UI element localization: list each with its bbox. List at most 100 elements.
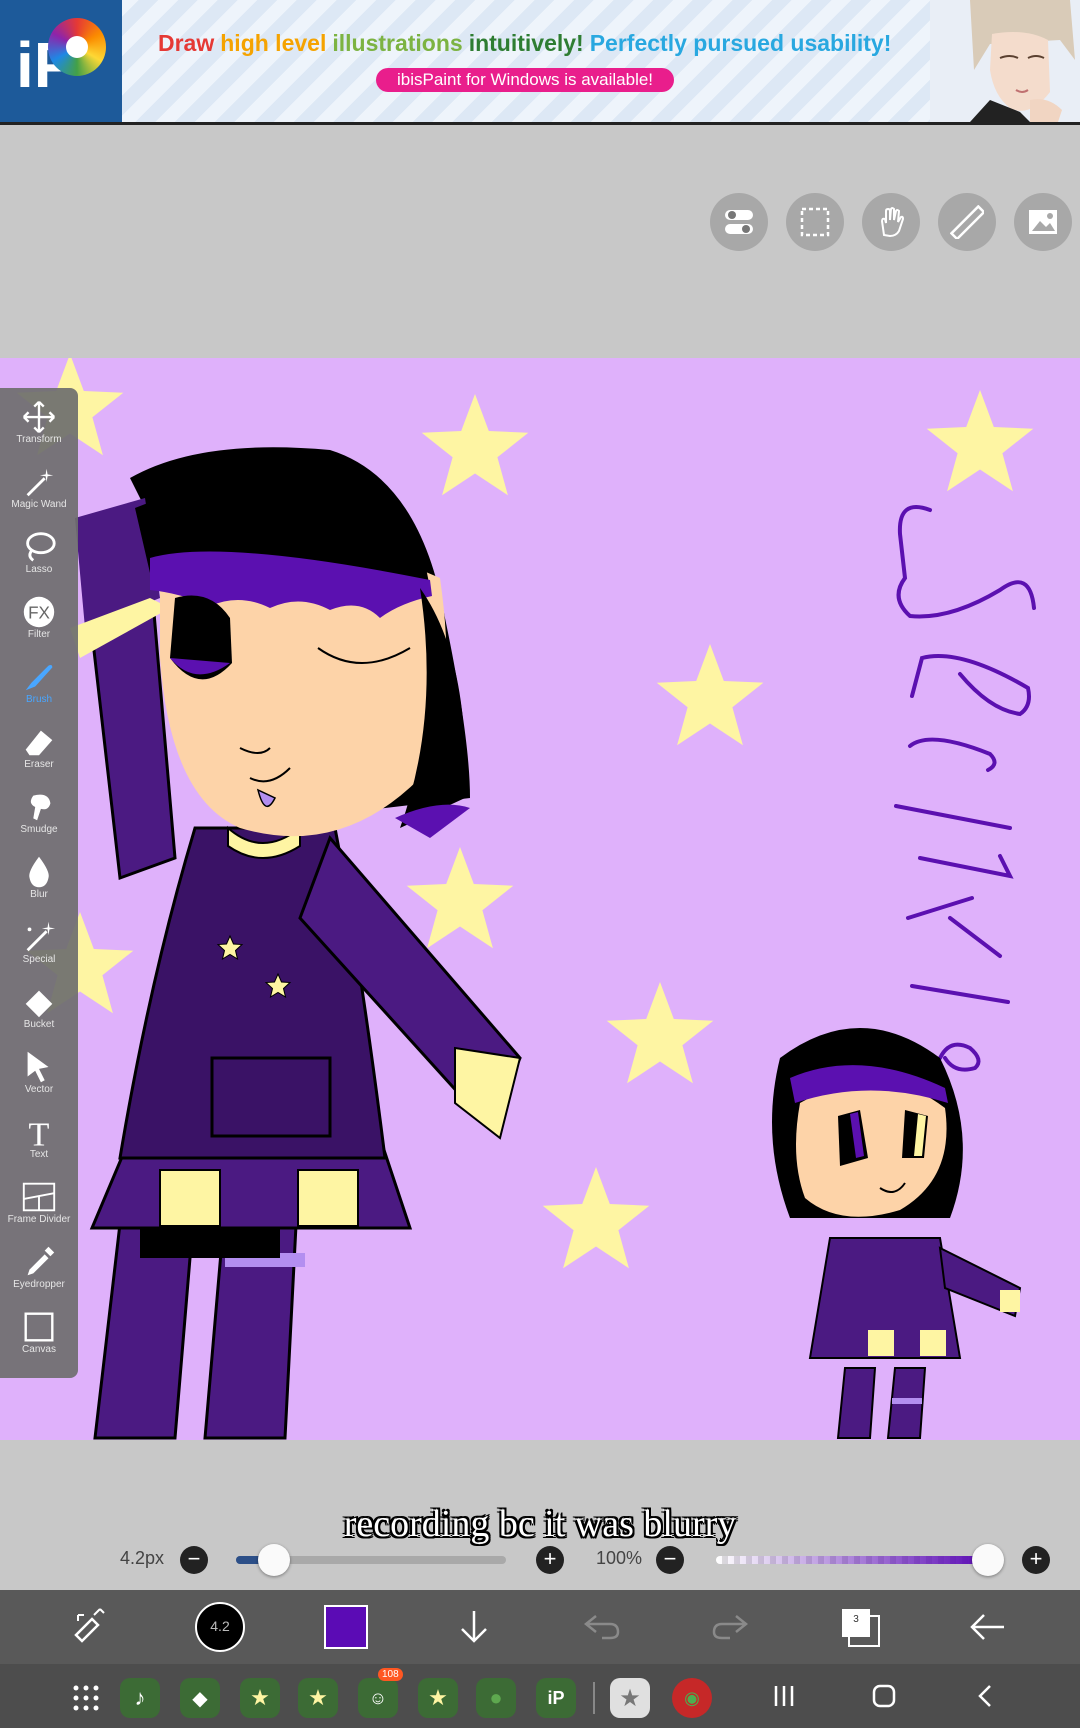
tool-brush[interactable]: Brush — [0, 652, 78, 716]
tool-frame-divider[interactable]: Frame Divider — [0, 1172, 78, 1236]
tool-smudge[interactable]: Smudge — [0, 782, 78, 846]
current-color-swatch — [324, 1605, 368, 1649]
tool-blur[interactable]: Blur — [0, 847, 78, 911]
ibispaint-logo: iP — [0, 0, 122, 122]
eyedropper-icon — [27, 1246, 55, 1276]
special-icon — [26, 921, 56, 952]
selection-button[interactable] — [786, 193, 844, 251]
svg-text:T: T — [29, 1116, 50, 1151]
gallery-button[interactable] — [1014, 193, 1072, 251]
size-increase-button[interactable]: + — [536, 1546, 564, 1574]
tool-transform[interactable]: Transform — [0, 392, 78, 456]
toggle-icon — [725, 210, 753, 234]
brush-eraser-switch-icon — [74, 1608, 105, 1643]
smudge-icon — [30, 794, 51, 821]
brush-settings-button[interactable] — [60, 1590, 120, 1664]
hand-icon — [880, 207, 905, 238]
brush-size-knob[interactable] — [257, 1544, 290, 1576]
notification-badge: 108 — [378, 1668, 403, 1681]
grid-dots-icon — [73, 1685, 99, 1711]
discord-app-icon[interactable]: ☺ 108 — [358, 1668, 403, 1718]
roblox-app-icon[interactable]: ◆ — [180, 1678, 220, 1718]
tool-special[interactable]: Special — [0, 912, 78, 976]
tool-palette: Transform Magic Wand Lasso FX Filter Brush Era… — [0, 388, 78, 1378]
tiktok-app-icon[interactable]: ♪ — [120, 1678, 160, 1718]
sparkle-lettering — [894, 505, 1036, 1072]
blur-drop-icon — [29, 856, 49, 888]
nav-back-button[interactable] — [972, 1682, 1000, 1715]
canvas-star — [606, 982, 714, 1084]
layers-button[interactable]: 3 — [830, 1590, 890, 1664]
magic-wand-icon — [26, 468, 54, 497]
opacity-knob[interactable] — [972, 1544, 1004, 1576]
tool-label: Blur — [30, 889, 48, 900]
tool-label: Smudge — [20, 824, 58, 835]
opacity-increase-button[interactable]: + — [1022, 1546, 1050, 1574]
hand-button[interactable] — [862, 193, 920, 251]
ad-character-illustration — [930, 0, 1080, 122]
bottom-toolbar: 4.2 3 — [0, 1590, 1080, 1664]
redo-button[interactable] — [700, 1590, 760, 1664]
ruler-button[interactable] — [938, 193, 996, 251]
tool-label: Special — [22, 954, 56, 965]
tool-label: Magic Wand — [11, 499, 67, 510]
toggle-button[interactable] — [710, 193, 768, 251]
home-icon — [872, 1684, 896, 1708]
artwork — [16, 358, 1036, 1440]
ruler-icon — [950, 205, 984, 239]
download-button[interactable] — [444, 1590, 504, 1664]
tool-vector[interactable]: Vector — [0, 1042, 78, 1106]
opacity-fill — [716, 1556, 988, 1564]
drawing-canvas[interactable] — [0, 358, 1080, 1440]
among-us-app-icon[interactable]: ● — [476, 1678, 516, 1718]
home-button[interactable] — [870, 1682, 898, 1715]
canvas-star — [421, 394, 529, 496]
tool-eraser[interactable]: Eraser — [0, 717, 78, 781]
app-icon-3[interactable]: ★ — [240, 1678, 280, 1718]
brush-size-label: 4.2px — [120, 1548, 165, 1568]
brush-size-badge: 4.2 — [210, 1618, 230, 1634]
recent-apps-button[interactable] — [770, 1682, 798, 1715]
tool-lasso[interactable]: Lasso — [0, 522, 78, 586]
tool-text[interactable]: T Text — [0, 1107, 78, 1171]
canvas-icon — [24, 1312, 54, 1342]
gallery-icon — [1029, 210, 1057, 234]
taskbar-divider — [593, 1682, 595, 1714]
video-caption: recording bc it was blurry — [343, 1503, 737, 1545]
tool-magic-wand[interactable]: Magic Wand — [0, 457, 78, 521]
brush-size-preview-button[interactable]: 4.2 — [190, 1590, 250, 1664]
app-icon-6[interactable]: ★ — [418, 1678, 458, 1718]
tool-label: Eyedropper — [13, 1279, 65, 1290]
ad-headline-segment: intuitively! — [468, 30, 584, 56]
ad-banner[interactable]: iP Draw high level illustrations intuitivel… — [0, 0, 1080, 125]
star-app-icon[interactable]: ★ — [610, 1678, 650, 1718]
ibispaint-app-icon[interactable]: iP — [536, 1678, 576, 1718]
back-button[interactable] — [958, 1590, 1018, 1664]
arrow-left-icon — [970, 1614, 1004, 1640]
size-decrease-button[interactable]: − — [180, 1546, 208, 1574]
tool-label: Canvas — [22, 1344, 56, 1355]
opacity-decrease-button[interactable]: − — [656, 1546, 684, 1574]
chevron-left-icon — [978, 1685, 991, 1707]
tool-canvas[interactable]: Canvas — [0, 1302, 78, 1366]
tool-label: Vector — [24, 1084, 54, 1095]
svg-text:FX: FX — [28, 604, 50, 623]
frame-divider-icon — [22, 1182, 56, 1212]
red-app-icon[interactable]: ◉ — [672, 1678, 712, 1718]
color-wheel-icon — [48, 18, 106, 76]
fx-icon: FX — [23, 596, 55, 628]
eraser-icon — [25, 730, 53, 756]
tool-eyedropper[interactable]: Eyedropper — [0, 1237, 78, 1301]
layer-count: 3 — [842, 1609, 870, 1637]
app-icon-4[interactable]: ★ — [298, 1678, 338, 1718]
opacity-slider[interactable] — [716, 1556, 988, 1564]
tool-label: Filter — [27, 629, 51, 640]
brush-icon — [25, 664, 53, 691]
ad-badge[interactable]: ibisPaint for Windows is available! — [376, 68, 674, 92]
color-swatch-button[interactable] — [316, 1590, 376, 1664]
undo-button[interactable] — [572, 1590, 632, 1664]
tool-filter[interactable]: FX Filter — [0, 587, 78, 651]
app-drawer-button[interactable] — [70, 1682, 102, 1719]
tool-bucket[interactable]: Bucket — [0, 977, 78, 1041]
canvas-star — [406, 847, 514, 949]
